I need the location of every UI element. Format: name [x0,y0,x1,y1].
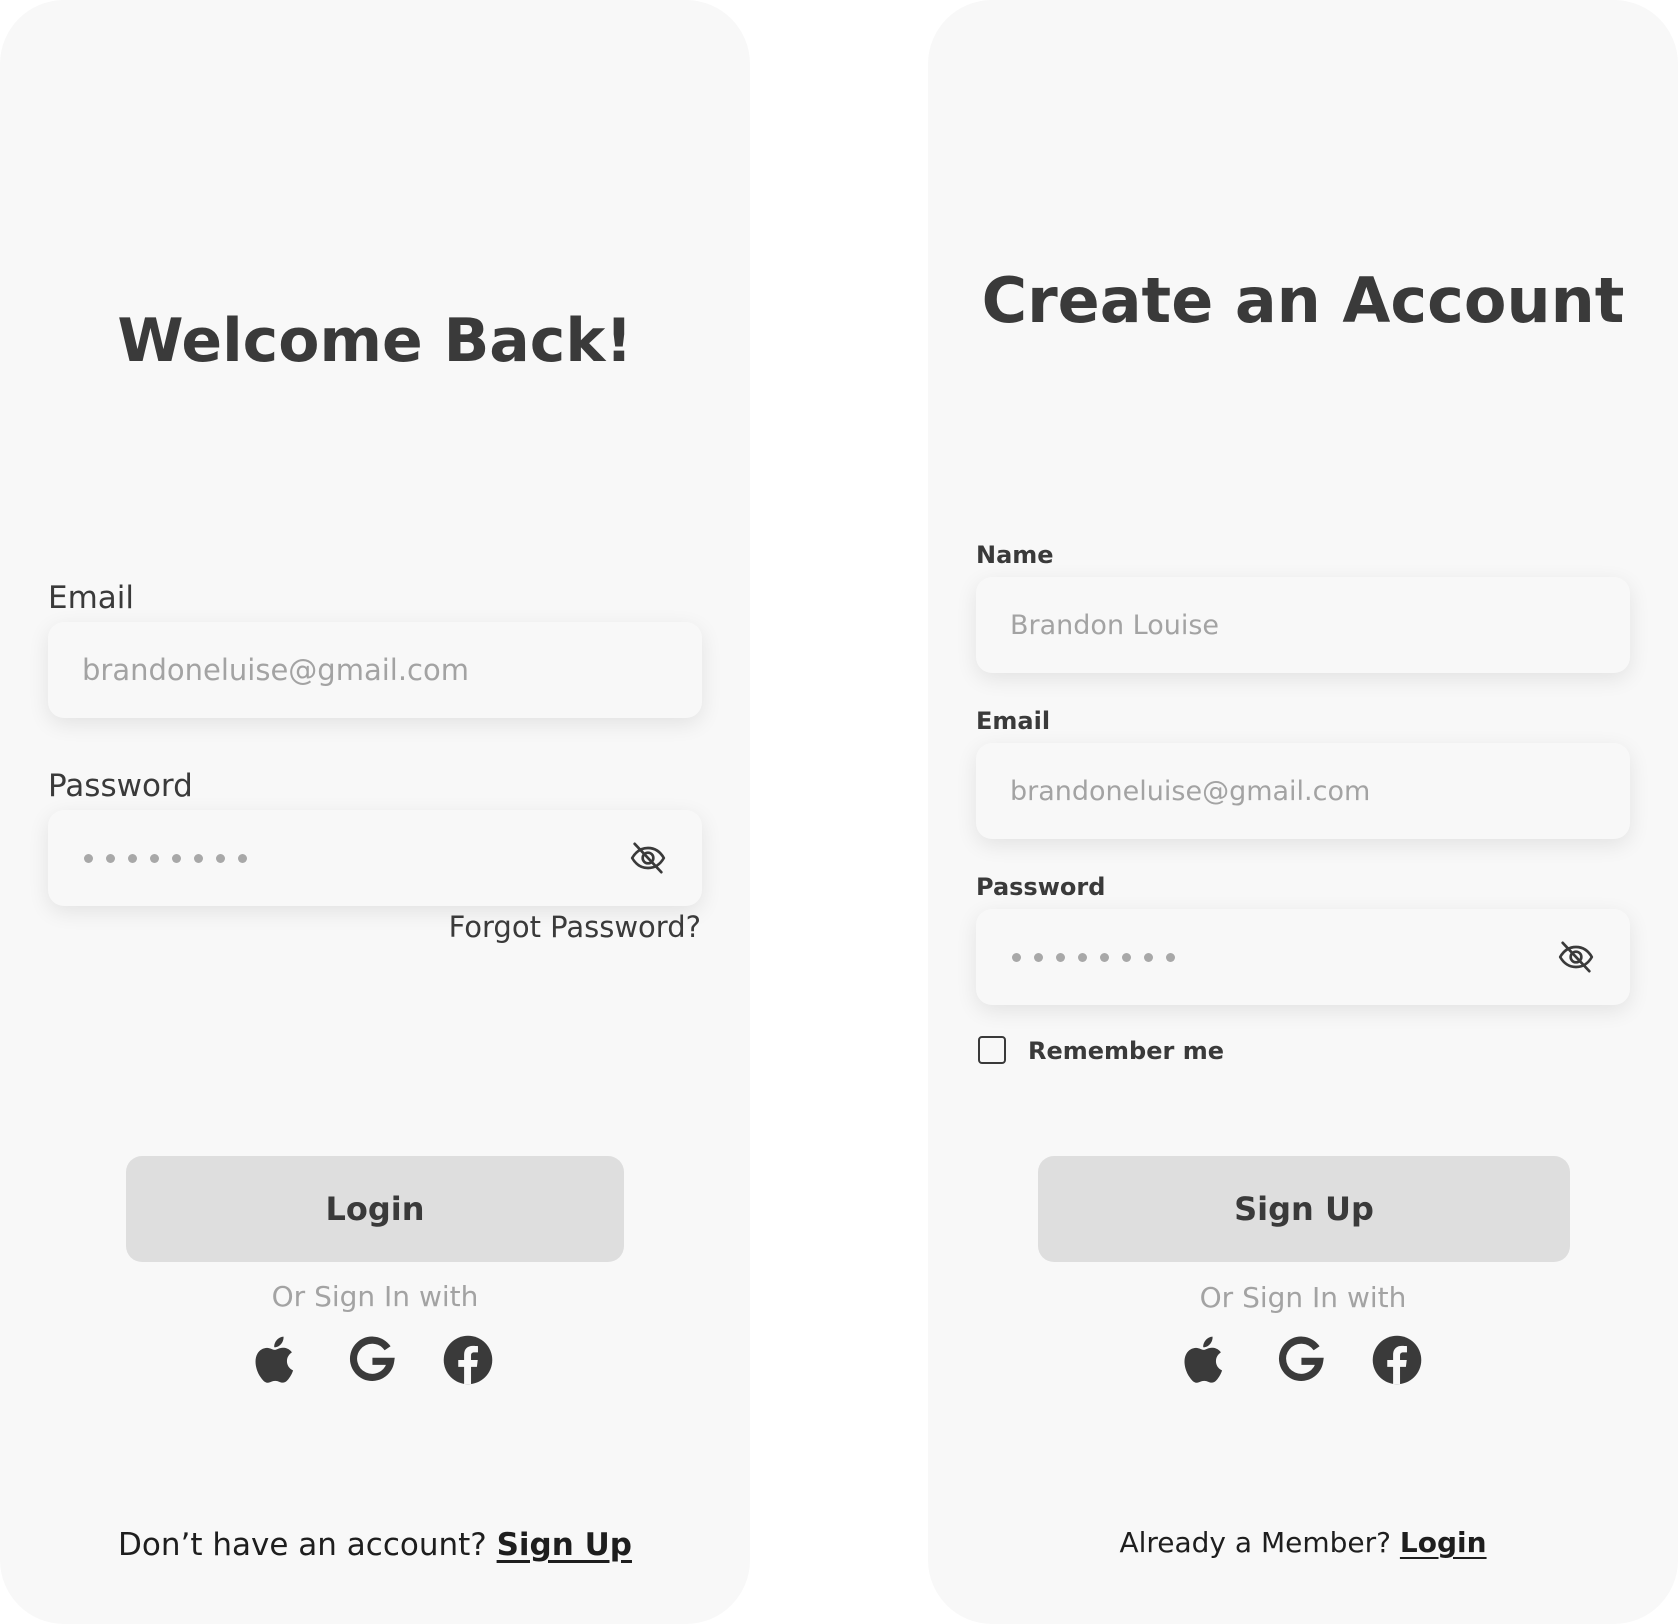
email-input[interactable] [1010,775,1630,807]
password-label: Password [48,768,193,804]
password-field[interactable] [976,909,1630,1005]
page-title: Welcome Back! [117,306,633,376]
social-login-row [1179,1334,1423,1386]
email-label: Email [976,707,1051,735]
login-link[interactable]: Login [1400,1526,1487,1559]
forgot-password-link[interactable]: Forgot Password? [449,910,701,944]
password-field[interactable] [48,810,702,906]
email-input[interactable] [82,653,702,687]
facebook-icon[interactable] [442,1334,494,1386]
signup-prompt-text: Don’t have an account? [118,1527,487,1563]
password-label: Password [976,873,1106,901]
login-prompt: Already a Member? Login [928,1526,1678,1559]
login-screen: Welcome Back! Email Password Forgot Pass… [0,0,750,1624]
email-label: Email [48,580,135,616]
google-icon[interactable] [346,1334,398,1386]
password-dots [84,853,247,863]
google-icon[interactable] [1275,1334,1327,1386]
eye-off-icon[interactable] [628,838,668,878]
or-sign-in-text: Or Sign In with [271,1280,479,1313]
remember-me-label: Remember me [1028,1037,1224,1065]
name-input[interactable] [1010,609,1630,641]
signup-link[interactable]: Sign Up [497,1527,632,1563]
name-label: Name [976,541,1054,569]
signup-button[interactable]: Sign Up [1038,1156,1570,1262]
page-title: Create an Account [981,264,1625,337]
apple-icon[interactable] [1179,1334,1231,1386]
signup-screen: Create an Account Name Email Password Re… [928,0,1678,1624]
email-field[interactable] [976,743,1630,839]
eye-off-icon[interactable] [1556,937,1596,977]
signup-prompt: Don’t have an account? Sign Up [0,1527,750,1563]
facebook-icon[interactable] [1371,1334,1423,1386]
or-sign-in-text: Or Sign In with [1199,1281,1407,1314]
password-dots [1012,952,1175,962]
social-login-row [250,1334,494,1386]
login-button[interactable]: Login [126,1156,624,1262]
email-field[interactable] [48,622,702,718]
apple-icon[interactable] [250,1334,302,1386]
remember-me-checkbox[interactable] [978,1036,1006,1064]
login-prompt-text: Already a Member? [1119,1526,1391,1559]
name-field[interactable] [976,577,1630,673]
